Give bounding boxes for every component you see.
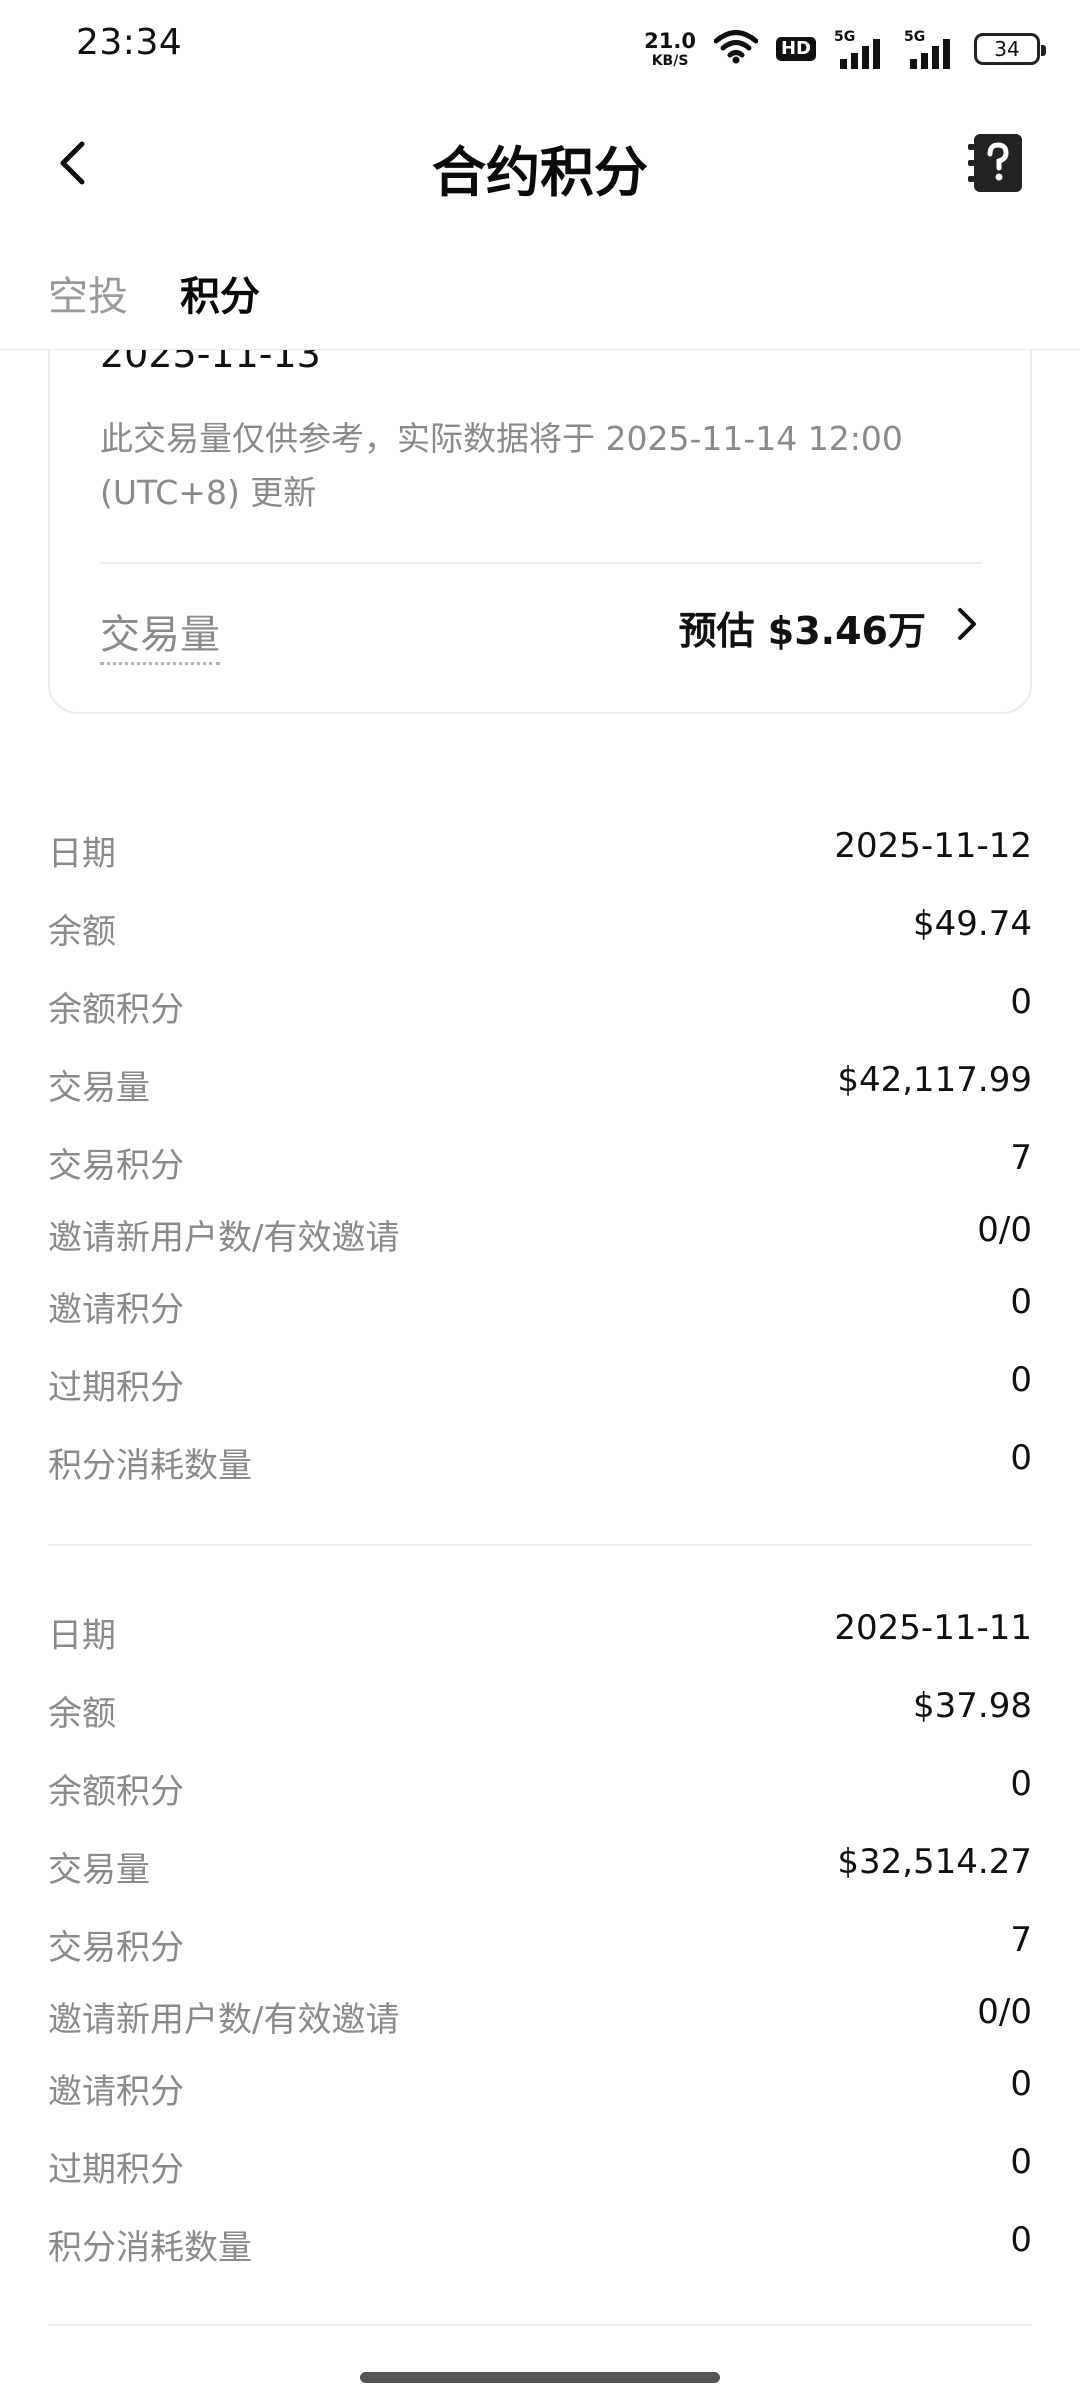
record-row-date: 日期 2025-11-11 (48, 1602, 1032, 1662)
wifi-icon (713, 30, 759, 68)
record-row-balance: 余额 $49.74 (48, 898, 1032, 958)
tab-airdrop[interactable]: 空投 (48, 264, 128, 322)
row-label: 邀请积分 (48, 2072, 184, 2112)
row-label: 积分消耗数量 (48, 1446, 252, 1486)
record-row-expired-points: 过期积分 0 (48, 2136, 1032, 2196)
row-value: 0 (1010, 2220, 1032, 2260)
status-time: 23:34 (76, 22, 183, 63)
row-label: 过期积分 (48, 1368, 184, 1408)
volume-estimate-value[interactable]: 预估 $3.46万 (679, 600, 926, 655)
record-row-balance-points: 余额积分 0 (48, 1758, 1032, 1818)
record-row-trade-points: 交易积分 7 (48, 1132, 1032, 1192)
row-value: 0/0 (977, 1992, 1032, 2032)
row-value: 0 (1010, 1282, 1032, 1322)
record-row-invite-points: 邀请积分 0 (48, 2058, 1032, 2118)
tab-points[interactable]: 积分 (180, 264, 260, 322)
row-value: 7 (1010, 1138, 1032, 1178)
row-value: 0 (1010, 1360, 1032, 1400)
card-divider (100, 562, 982, 564)
row-value: $42,117.99 (837, 1060, 1032, 1100)
volume-label[interactable]: 交易量 (100, 602, 220, 665)
network-speed-value: 21.0 (644, 28, 696, 53)
row-value: $49.74 (913, 904, 1032, 944)
row-value: 7 (1010, 1920, 1032, 1960)
record-row-invite-points: 邀请积分 0 (48, 1276, 1032, 1336)
page-title: 合约积分 (432, 141, 648, 204)
status-bar: 23:34 21.0 KB/S HD 5G 5G 34 (0, 0, 1080, 100)
row-label: 交易量 (48, 1068, 150, 1108)
status-icons: 21.0 KB/S HD 5G 5G 34 (644, 24, 1046, 74)
card-date: 2025-11-13 (100, 350, 321, 376)
record-row-date: 日期 2025-11-12 (48, 820, 1032, 880)
row-value: 0 (1010, 2064, 1032, 2104)
row-label: 交易量 (48, 1850, 150, 1890)
record-row-invites: 邀请新用户数/有效邀请 0/0 (48, 1986, 1032, 2046)
battery-level: 34 (994, 37, 1020, 61)
current-day-card: 2025-11-13 此交易量仅供参考，实际数据将于 2025-11-14 12… (48, 350, 1032, 714)
row-label: 日期 (48, 1616, 116, 1656)
record-row-trade-points: 交易积分 7 (48, 1914, 1032, 1974)
row-value: 0 (1010, 2142, 1032, 2182)
row-label: 交易积分 (48, 1146, 184, 1186)
record-row-invites: 邀请新用户数/有效邀请 0/0 (48, 1204, 1032, 1264)
row-value: 2025-11-12 (834, 826, 1032, 866)
row-label: 余额积分 (48, 990, 184, 1030)
row-value: 0/0 (977, 1210, 1032, 1250)
row-value: 2025-11-11 (834, 1608, 1032, 1648)
record-row-volume: 交易量 $32,514.27 (48, 1836, 1032, 1896)
points-content[interactable]: 2025-11-13 此交易量仅供参考，实际数据将于 2025-11-14 12… (0, 350, 1080, 2408)
record-row-volume: 交易量 $42,117.99 (48, 1054, 1032, 1114)
row-label: 邀请积分 (48, 1290, 184, 1330)
row-label: 邀请新用户数/有效邀请 (48, 1218, 400, 1258)
network-speed: 21.0 KB/S (644, 28, 696, 69)
app-screen: 23:34 21.0 KB/S HD 5G 5G 34 合约积分 空投 积分 2… (0, 0, 1080, 2408)
record-row-expired-points: 过期积分 0 (48, 1354, 1032, 1414)
network-speed-unit: KB/S (651, 52, 689, 69)
row-value: 0 (1010, 1764, 1032, 1804)
row-value: 0 (1010, 982, 1032, 1022)
chevron-right-icon (957, 607, 977, 645)
row-label: 余额积分 (48, 1772, 184, 1812)
row-label: 积分消耗数量 (48, 2228, 252, 2268)
row-label: 过期积分 (48, 2150, 184, 2190)
record-row-points-consumed: 积分消耗数量 0 (48, 2214, 1032, 2274)
app-header: 合约积分 (0, 100, 1080, 230)
row-label: 邀请新用户数/有效邀请 (48, 2000, 400, 2040)
hd-voice-badge: HD (775, 37, 816, 61)
battery-icon: 34 (974, 33, 1046, 65)
row-label: 余额 (48, 912, 116, 952)
row-value: $32,514.27 (837, 1842, 1032, 1882)
record-row-balance: 余额 $37.98 (48, 1680, 1032, 1740)
record-row-balance-points: 余额积分 0 (48, 976, 1032, 1036)
row-label: 余额 (48, 1694, 116, 1734)
card-note: 此交易量仅供参考，实际数据将于 2025-11-14 12:00 (UTC+8)… (100, 419, 903, 512)
tab-bar: 空投 积分 (0, 230, 1080, 350)
cell-signal-icon: 5G (904, 29, 956, 69)
record-divider (48, 1544, 1032, 1546)
cell-signal-icon: 5G (834, 29, 886, 69)
row-label: 日期 (48, 834, 116, 874)
question-mark-icon (966, 134, 1026, 198)
row-value: $37.98 (913, 1686, 1032, 1726)
home-indicator[interactable] (360, 2372, 720, 2383)
record-row-points-consumed: 积分消耗数量 0 (48, 1432, 1032, 1492)
record-divider (48, 2324, 1032, 2326)
row-value: 0 (1010, 1438, 1032, 1478)
row-label: 交易积分 (48, 1928, 184, 1968)
volume-detail-button[interactable] (952, 604, 982, 648)
help-button[interactable] (966, 132, 1026, 194)
